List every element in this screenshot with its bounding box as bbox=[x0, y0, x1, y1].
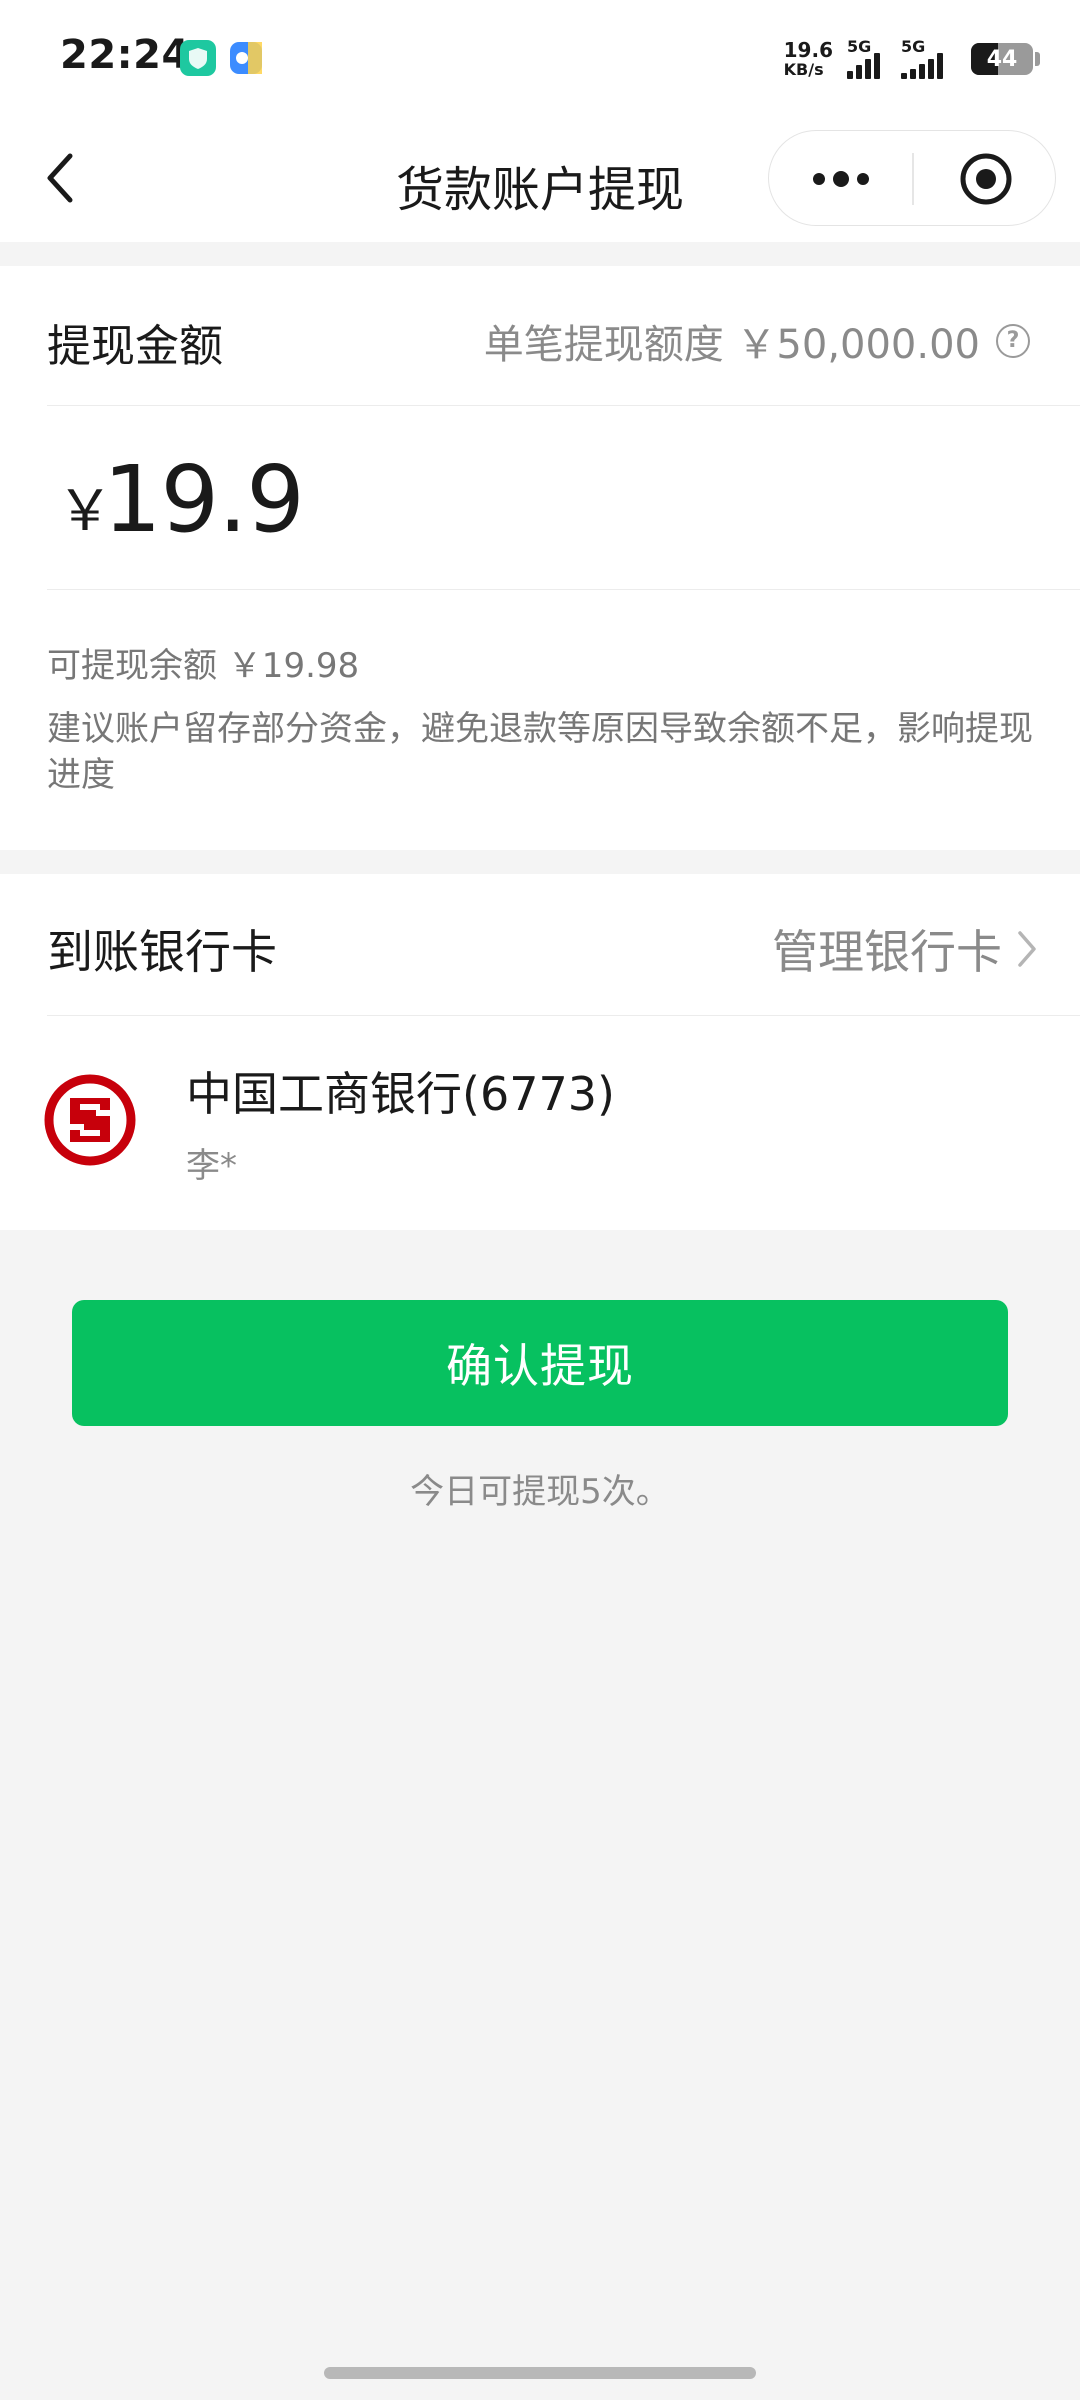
confirm-withdraw-button[interactable]: 确认提现 bbox=[72, 1300, 1008, 1426]
bank-card-label: 到账银行卡 bbox=[47, 925, 277, 979]
withdraw-amount-label: 提现金额 bbox=[47, 321, 223, 372]
status-bar: 22:24 19.6 KB/s 5G 5G 44 bbox=[0, 0, 1080, 120]
single-limit[interactable]: 单笔提现额度 ￥50,000.00 ? bbox=[484, 312, 1030, 370]
withdraw-page: 22:24 19.6 KB/s 5G 5G 44 货款账户提现 提现金额 单笔提… bbox=[0, 0, 1080, 2400]
sim1-signal-icon: 5G bbox=[847, 39, 887, 79]
sim2-signal-icon: 5G bbox=[901, 39, 957, 79]
more-button[interactable] bbox=[769, 131, 912, 227]
withdraw-amount-card: 提现金额 单笔提现额度 ￥50,000.00 ? ￥ 19.9 可提现余额 ￥1… bbox=[0, 266, 1080, 850]
chevron-right-icon bbox=[1018, 931, 1036, 967]
status-time: 22:24 bbox=[60, 32, 190, 78]
blue-app-icon bbox=[228, 40, 264, 76]
nav-bar: 货款账户提现 bbox=[0, 120, 1080, 242]
target-circle-icon bbox=[960, 153, 1011, 205]
green-shield-app-icon bbox=[180, 40, 216, 76]
card-holder-name: 李* bbox=[186, 1146, 237, 1186]
manage-bank-card-text: 管理银行卡 bbox=[772, 925, 1002, 979]
icbc-logo-icon bbox=[44, 1074, 136, 1166]
single-limit-text: 单笔提现额度 ￥50,000.00 bbox=[483, 322, 980, 368]
bank-card-header: 到账银行卡 管理银行卡 bbox=[47, 874, 1080, 1016]
manage-bank-card-link[interactable]: 管理银行卡 bbox=[772, 916, 1038, 982]
bank-card-section: 到账银行卡 管理银行卡 中国工商银行(6773) 李* bbox=[0, 874, 1080, 1230]
miniprogram-capsule bbox=[768, 130, 1056, 226]
amount-value[interactable]: 19.9 bbox=[103, 446, 305, 553]
more-dots-icon bbox=[812, 171, 869, 187]
battery-icon: 44 bbox=[971, 43, 1033, 75]
bank-card-name: 中国工商银行(6773) bbox=[186, 1067, 615, 1121]
amount-input[interactable]: ￥ 19.9 bbox=[47, 406, 1080, 590]
battery-level: 44 bbox=[986, 46, 1018, 72]
help-icon[interactable]: ? bbox=[996, 324, 1030, 358]
network-speed: 19.6 KB/s bbox=[783, 38, 833, 79]
close-miniprogram-button[interactable] bbox=[914, 131, 1057, 227]
balance-advice: 建议账户留存部分资金，避免退款等原因导致余额不足，影响提现进度 bbox=[47, 709, 1033, 795]
remaining-withdrawals-text: 今日可提现5次。 bbox=[410, 1472, 670, 1512]
status-indicators: 19.6 KB/s 5G 5G 44 bbox=[784, 34, 1040, 84]
selected-bank-card[interactable]: 中国工商银行(6773) 李* bbox=[0, 1016, 1080, 1230]
home-indicator[interactable] bbox=[324, 2367, 756, 2379]
available-balance: 可提现余额 ￥19.98 bbox=[47, 646, 360, 686]
withdraw-amount-header: 提现金额 单笔提现额度 ￥50,000.00 ? bbox=[47, 266, 1080, 406]
